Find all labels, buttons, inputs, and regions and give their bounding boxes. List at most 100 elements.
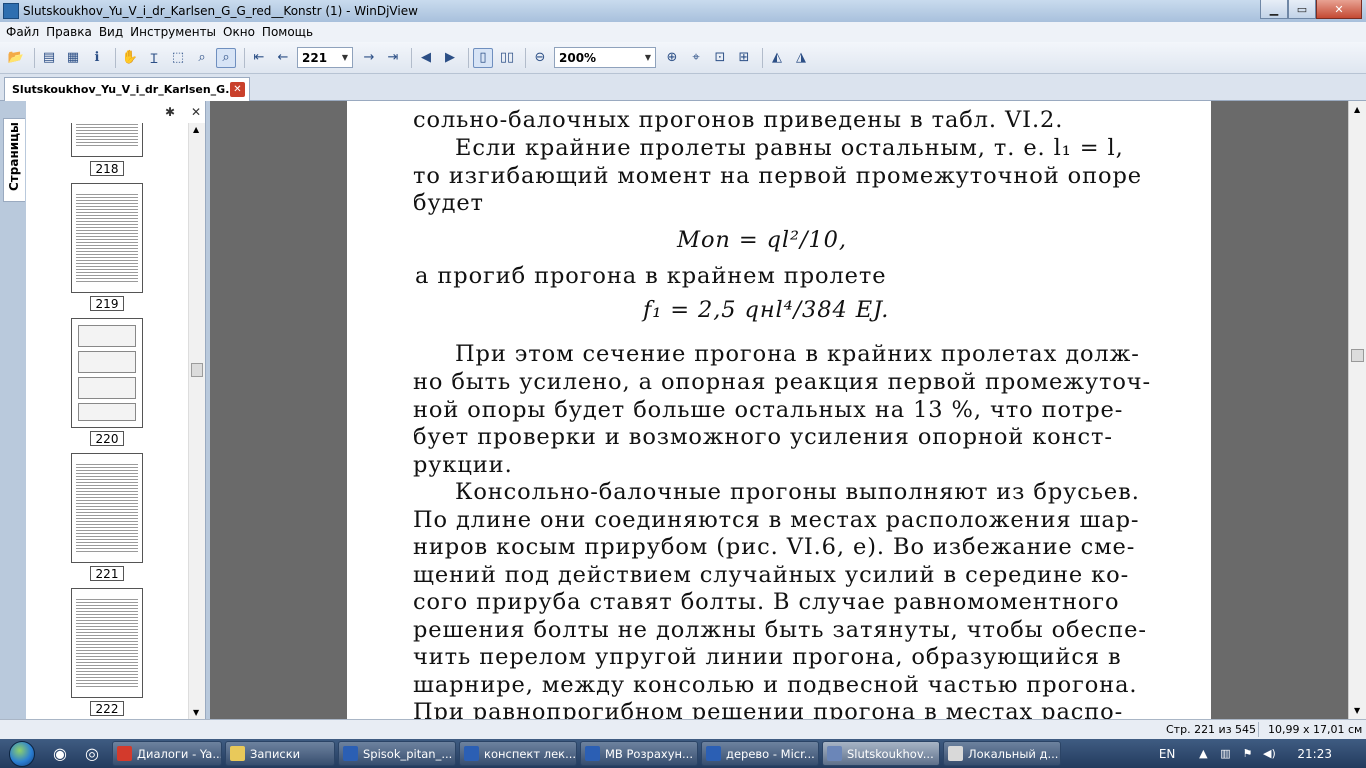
scroll-up-icon[interactable]: ▲	[193, 125, 199, 134]
volume-icon[interactable]: ◀)	[1261, 747, 1277, 761]
notes-icon	[230, 746, 245, 761]
scroll-down-icon[interactable]: ▼	[1354, 706, 1360, 715]
close-tab-icon[interactable]: ✕	[230, 82, 245, 97]
menu-file[interactable]: Файл	[6, 25, 46, 39]
document-tab[interactable]: Slutskoukhov_Yu_V_i_dr_Karlsen_G... ✕	[4, 77, 250, 101]
info-icon[interactable]: ℹ	[87, 48, 107, 68]
toolbar-separator	[115, 47, 116, 68]
page-text-line: Консольно-балочные прогоны выполняют из …	[455, 479, 1140, 505]
close-button[interactable]: ✕	[1316, 0, 1362, 19]
back-icon[interactable]: ◀	[416, 48, 436, 68]
zoom-out-icon[interactable]: ⊖	[530, 48, 550, 68]
first-page-icon[interactable]: ⇤	[249, 48, 269, 68]
zoom-combo[interactable]: 200% ▼	[554, 47, 656, 68]
taskbar-item[interactable]: Локальный д...	[943, 741, 1061, 766]
word-icon	[464, 746, 479, 761]
flag-icon[interactable]: ⚑	[1239, 747, 1255, 761]
menu-tools[interactable]: Инструменты	[130, 25, 223, 39]
page-text-line: чить перелом упругой линии прогона, обра…	[413, 644, 1122, 670]
firefox-icon[interactable]: ◉	[44, 739, 76, 768]
fit-width-icon[interactable]: ⊡	[710, 48, 730, 68]
open-icon[interactable]: 📂	[6, 48, 26, 68]
zoom-value: 200%	[559, 50, 597, 65]
taskbar-item[interactable]: Записки	[225, 741, 335, 766]
print-icon[interactable]: ▤	[39, 48, 59, 68]
toolbar-separator	[762, 47, 763, 68]
last-page-icon[interactable]: ⇥	[383, 48, 403, 68]
zoom-in-icon[interactable]: ⊕	[662, 48, 682, 68]
taskbar: ◉ ◎ Диалоги - Ya... Записки Spisok_pitan…	[0, 739, 1366, 768]
page-thumbnail-221[interactable]	[71, 453, 143, 563]
page-text-line: щений под действием случайных усилий в с…	[413, 562, 1130, 588]
scroll-down-icon[interactable]: ▼	[193, 708, 199, 717]
document-tab-strip: Slutskoukhov_Yu_V_i_dr_Karlsen_G... ✕	[0, 74, 1366, 101]
word-icon	[585, 746, 600, 761]
zoom-tool-icon[interactable]: ⌕	[192, 48, 212, 68]
page-number-value: 221	[302, 50, 328, 65]
window-controls: ▁ ▭ ✕	[1260, 0, 1362, 19]
rotate-right-icon[interactable]: ◮	[791, 48, 811, 68]
pages-side-tab-label: Страницы	[7, 122, 21, 191]
page-size: 10,99 x 17,01 см	[1268, 723, 1363, 736]
next-page-icon[interactable]: →	[359, 48, 379, 68]
actual-size-icon[interactable]: ⊞	[734, 48, 754, 68]
close-panel-icon[interactable]: ✕	[191, 105, 201, 119]
thumbnail-figure	[78, 403, 136, 421]
thumbnail-number: 220	[90, 431, 124, 446]
menu-window[interactable]: Окно	[223, 25, 262, 39]
fit-page-icon[interactable]: ⌖	[686, 48, 706, 68]
gear-icon[interactable]: ✱	[165, 105, 175, 119]
menu-edit[interactable]: Правка	[46, 25, 99, 39]
page-thumbnail-219[interactable]	[71, 183, 143, 293]
magnifier-icon[interactable]: ⌕	[216, 47, 236, 68]
pages-side-tab[interactable]: Страницы	[3, 118, 25, 202]
thumbnail-number: 219	[90, 296, 124, 311]
page-thumbnail-222[interactable]	[71, 588, 143, 698]
taskbar-item-active[interactable]: Slutskoukhov...	[822, 741, 940, 766]
thumbnail-number: 218	[90, 161, 124, 176]
start-button[interactable]	[0, 739, 44, 768]
page-text-line: но быть усилено, а опорная реакция перво…	[413, 369, 1152, 395]
taskbar-item[interactable]: Spisok_pitan_...	[338, 741, 456, 766]
maximize-button[interactable]: ▭	[1288, 0, 1316, 19]
rotate-left-icon[interactable]: ◭	[767, 48, 787, 68]
taskbar-item[interactable]: МВ Розрахун...	[580, 741, 698, 766]
rect-select-icon[interactable]: ⬚	[168, 48, 188, 68]
network-icon[interactable]: ▥	[1217, 747, 1233, 761]
thumbnail-panel: ✱ ✕ 218 219 220 221 222 ▲ ▼	[26, 101, 206, 719]
menu-help[interactable]: Помощь	[262, 25, 320, 39]
document-page: сольно-балочных прогонов приведены в таб…	[347, 101, 1211, 719]
page-thumbnail-220[interactable]	[71, 318, 143, 428]
taskbar-item[interactable]: конспект лек...	[459, 741, 577, 766]
toolbar-separator	[411, 47, 412, 68]
forward-icon[interactable]: ▶	[440, 48, 460, 68]
page-thumbnail-218[interactable]	[71, 123, 143, 157]
scrollbar-thumb[interactable]	[191, 363, 203, 377]
chrome-icon[interactable]: ◎	[76, 739, 108, 768]
page-text-line: то изгибающий момент на первой промежуто…	[413, 163, 1142, 189]
language-indicator[interactable]: EN	[1159, 747, 1176, 761]
page-number-combo[interactable]: 221 ▼	[297, 47, 353, 68]
taskbar-item[interactable]: дерево - Micr...	[701, 741, 819, 766]
clock[interactable]: 21:23	[1297, 747, 1332, 761]
page-text-line: При равнопрогибном решении прогона в мес…	[413, 699, 1124, 719]
document-scrollbar[interactable]: ▲ ▼	[1348, 101, 1366, 719]
page-text-line: сого прируба ставят болты. В случае равн…	[413, 589, 1120, 615]
page-text-line: Если крайние пролеты равны остальным, т.…	[455, 135, 1124, 161]
thumbnail-scrollbar[interactable]: ▲ ▼	[188, 123, 205, 719]
document-viewer[interactable]: сольно-балочных прогонов приведены в таб…	[210, 101, 1348, 719]
single-page-icon[interactable]: ▯	[473, 47, 493, 68]
taskbar-item[interactable]: Диалоги - Ya...	[112, 741, 222, 766]
scrollbar-thumb[interactable]	[1351, 349, 1364, 362]
text-select-icon[interactable]: Ｉ	[144, 48, 164, 68]
tray-arrow-icon[interactable]: ▲	[1195, 747, 1211, 761]
two-pages-icon[interactable]: ▯▯	[497, 48, 517, 68]
page-text-line: ной опоры будет больше остальных на 13 %…	[413, 397, 1124, 423]
thumbnail-text-lines	[76, 192, 138, 284]
scroll-up-icon[interactable]: ▲	[1354, 105, 1360, 114]
hand-tool-icon[interactable]: ✋	[120, 48, 140, 68]
prev-page-icon[interactable]: ←	[273, 48, 293, 68]
minimize-button[interactable]: ▁	[1260, 0, 1288, 19]
menu-view[interactable]: Вид	[99, 25, 130, 39]
print-preview-icon[interactable]: ▦	[63, 48, 83, 68]
